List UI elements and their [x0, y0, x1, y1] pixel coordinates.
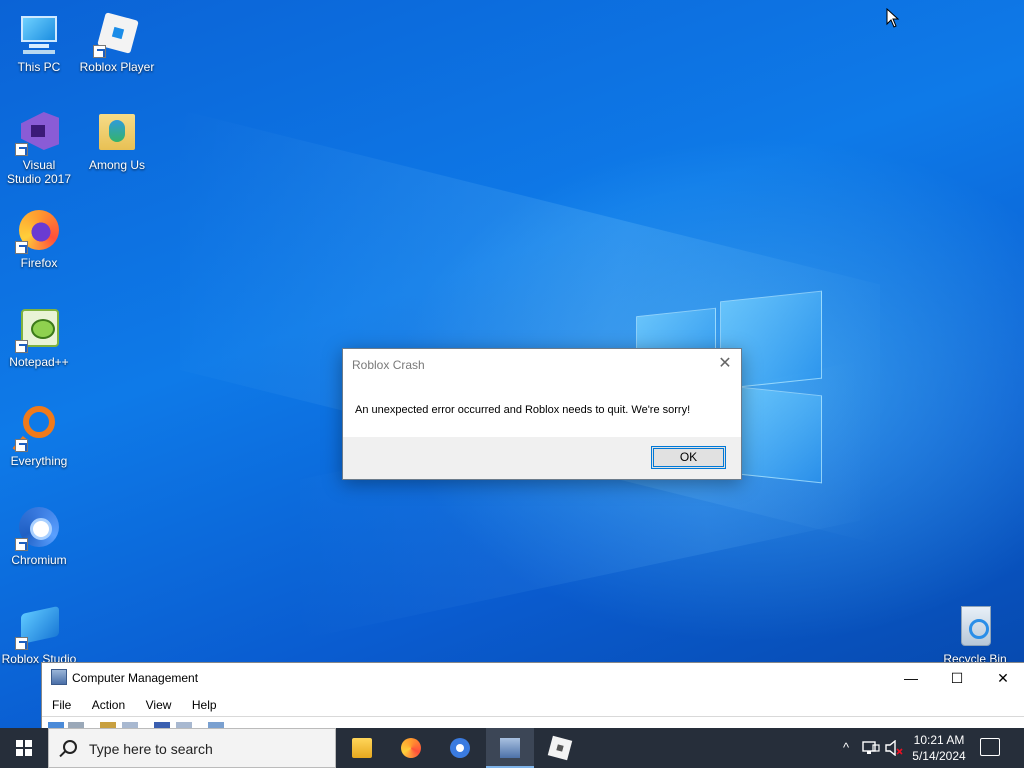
roblox-studio-icon [15, 602, 63, 650]
show-hidden-icons-button[interactable]: ^ [836, 728, 856, 768]
desktop-icon-label: Among Us [88, 158, 146, 172]
action-center-icon[interactable] [980, 738, 1000, 756]
taskbar-roblox-player[interactable] [536, 728, 584, 768]
windows-start-icon [16, 740, 32, 756]
desktop-icon-label: This PC [17, 60, 61, 74]
file-explorer-icon [352, 738, 372, 758]
roblox-crash-dialog: Roblox Crash ✕ An unexpected error occur… [342, 348, 742, 480]
shortcut-arrow-icon [93, 45, 106, 58]
computer-management-icon [500, 738, 520, 758]
shortcut-arrow-icon [15, 241, 28, 254]
menu-help[interactable]: Help [192, 695, 217, 715]
clock-date: 5/14/2024 [912, 749, 966, 763]
desktop-icon-chromium[interactable]: Chromium [0, 503, 78, 567]
computer-management-icon [51, 669, 67, 685]
taskbar-clock[interactable]: 10:21 AM 5/14/2024 [904, 732, 974, 764]
volume-muted-icon[interactable] [884, 740, 904, 756]
close-button[interactable]: ✕ [980, 665, 1024, 691]
desktop-icon-label: Everything [10, 454, 68, 468]
menu-view[interactable]: View [146, 695, 172, 715]
computer-management-window: Computer Management — ☐ ✕ File Action Vi… [41, 662, 1024, 728]
search-placeholder: Type here to search [89, 741, 213, 757]
desktop-icon-firefox[interactable]: Firefox [0, 206, 78, 270]
toolbar [42, 716, 1024, 728]
ok-button[interactable]: OK [651, 446, 726, 469]
desktop-icon-label: Chromium [11, 553, 67, 567]
chromium-icon [15, 503, 63, 551]
desktop-icon-this-pc[interactable]: This PC [0, 10, 78, 74]
computer-icon [15, 10, 63, 58]
desktop-icon-visual-studio[interactable]: Visual Studio 2017 [0, 108, 78, 186]
firefox-icon [401, 738, 421, 758]
folder-icon [93, 108, 141, 156]
shortcut-arrow-icon [15, 637, 28, 650]
mouse-cursor-icon [886, 8, 900, 28]
taskbar-file-explorer[interactable] [338, 728, 386, 768]
search-icon [63, 740, 77, 754]
dialog-close-button[interactable]: ✕ [715, 354, 735, 374]
network-icon[interactable] [862, 740, 880, 756]
desktop-icon-everything[interactable]: Everything [0, 404, 78, 468]
firefox-icon [15, 206, 63, 254]
desktop-icon-label: Notepad++ [9, 355, 69, 369]
taskbar-computer-management[interactable] [486, 728, 534, 768]
menu-bar: File Action View Help [42, 695, 1024, 715]
desktop-icon-notepad-plus-plus[interactable]: Notepad++ [0, 305, 78, 369]
minimize-button[interactable]: — [888, 665, 934, 691]
notepad-plus-plus-icon [15, 305, 63, 353]
desktop-icon-label: Firefox [20, 256, 58, 270]
roblox-icon [93, 10, 141, 58]
taskbar-chromium[interactable] [436, 728, 484, 768]
clock-time: 10:21 AM [913, 733, 965, 747]
taskbar-search-box[interactable]: Type here to search [48, 728, 336, 768]
taskbar-firefox[interactable] [387, 728, 435, 768]
dialog-message: An unexpected error occurred and Roblox … [355, 404, 691, 416]
start-button[interactable] [0, 728, 48, 768]
visual-studio-icon [15, 108, 63, 156]
desktop-icon-roblox-studio[interactable]: Roblox Studio [0, 602, 78, 666]
desktop-icon-among-us[interactable]: Among Us [78, 108, 156, 172]
everything-search-icon [15, 404, 63, 452]
dialog-title: Roblox Crash [352, 358, 425, 372]
desktop-icon-label: Roblox Player [79, 60, 155, 74]
menu-action[interactable]: Action [92, 695, 125, 715]
dialog-button-bar: OK [343, 437, 741, 479]
menu-file[interactable]: File [52, 695, 71, 715]
roblox-icon [547, 735, 573, 761]
shortcut-arrow-icon [15, 538, 28, 551]
recycle-bin-icon [951, 602, 999, 650]
taskbar: Type here to search ^ 10:21 AM 5/14/2024 [0, 728, 1024, 768]
shortcut-arrow-icon [15, 439, 28, 452]
window-title: Computer Management [72, 671, 199, 685]
desktop-icon-label: Visual Studio 2017 [6, 158, 72, 186]
shortcut-arrow-icon [15, 143, 28, 156]
desktop-icon-recycle-bin[interactable]: Recycle Bin [936, 602, 1014, 666]
chromium-icon [450, 738, 470, 758]
maximize-button[interactable]: ☐ [934, 665, 980, 691]
shortcut-arrow-icon [15, 340, 28, 353]
desktop-icon-roblox-player[interactable]: Roblox Player [78, 10, 156, 74]
